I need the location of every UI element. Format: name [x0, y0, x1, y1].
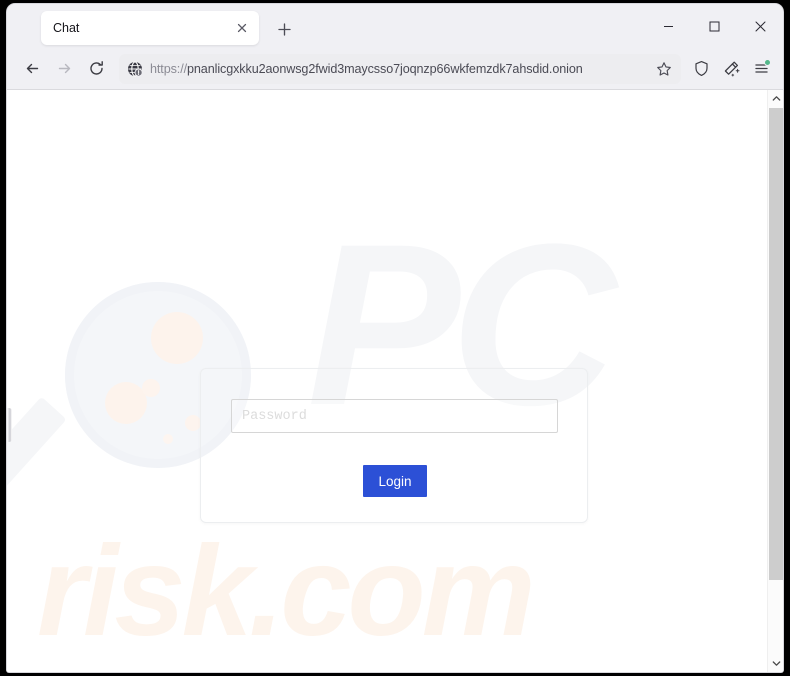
reload-icon[interactable] [81, 54, 111, 84]
shield-icon[interactable] [687, 55, 715, 83]
minimize-button[interactable] [645, 4, 691, 48]
url-bar[interactable]: https://pnanlicgxkku2aonwsg2fwid3maycsso… [119, 53, 681, 84]
content-viewport: PC risk.com Login [7, 90, 783, 672]
browser-window: Chat https://pnanlicgxkku2aonwsg2fwid3ma… [7, 4, 783, 672]
magnifier-handle-shape [7, 396, 67, 531]
app-menu-icon[interactable] [747, 55, 775, 83]
sidebar-splitter-handle[interactable] [7, 408, 12, 442]
extensions-wand-icon[interactable] [717, 55, 745, 83]
login-button[interactable]: Login [363, 465, 427, 497]
update-badge-dot [764, 58, 771, 66]
watermark-brand-bottom: risk.com [37, 520, 535, 663]
window-controls [645, 4, 783, 48]
url-text[interactable]: https://pnanlicgxkku2aonwsg2fwid3maycsso… [150, 62, 644, 76]
scroll-down-arrow-icon[interactable] [768, 655, 783, 672]
vertical-scrollbar[interactable] [767, 90, 783, 672]
url-scheme: https:// [150, 61, 187, 76]
login-card: Login [200, 368, 588, 523]
new-tab-button[interactable] [271, 16, 297, 42]
maximize-button[interactable] [691, 4, 737, 48]
web-page: PC risk.com Login [7, 90, 757, 672]
forward-arrow-icon[interactable] [49, 54, 79, 84]
close-window-button[interactable] [737, 4, 783, 48]
password-input[interactable] [231, 399, 558, 433]
onion-site-icon[interactable] [127, 60, 143, 77]
navigation-toolbar: https://pnanlicgxkku2aonwsg2fwid3maycsso… [7, 48, 783, 90]
close-icon[interactable] [231, 17, 253, 39]
back-arrow-icon[interactable] [17, 54, 47, 84]
tab-title: Chat [53, 21, 80, 35]
bookmark-star-icon[interactable] [651, 56, 677, 82]
scroll-up-arrow-icon[interactable] [768, 90, 783, 107]
browser-tab-chat[interactable]: Chat [41, 11, 259, 45]
tab-strip: Chat [7, 4, 783, 48]
scrollbar-thumb[interactable] [769, 108, 783, 580]
url-host: pnanlicgxkku2aonwsg2fwid3maycsso7joqnzp6… [187, 61, 583, 76]
